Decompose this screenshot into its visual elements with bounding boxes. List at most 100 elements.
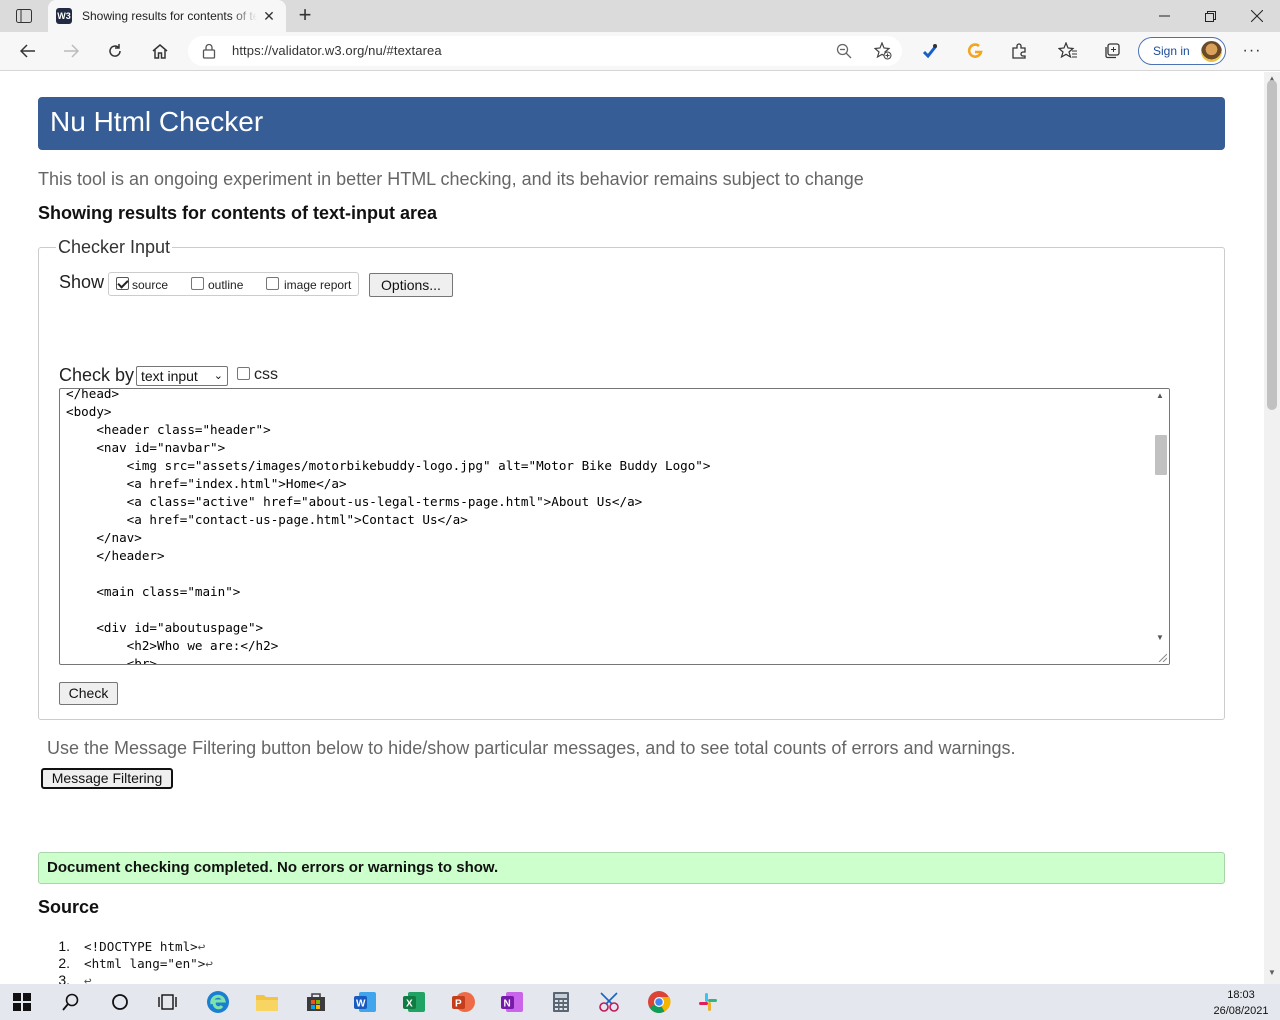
excel-icon[interactable]: X xyxy=(396,988,432,1016)
source-textarea[interactable]: </head> <body> <header class="header"> <… xyxy=(59,388,1170,665)
source-heading: Source xyxy=(38,897,100,917)
lock-icon[interactable] xyxy=(202,43,218,59)
svg-text:X: X xyxy=(406,999,413,1010)
show-options-group: source outline image report xyxy=(108,272,359,296)
scroll-down-icon[interactable]: ▼ xyxy=(1156,633,1164,642)
scroll-down-icon[interactable]: ▼ xyxy=(1268,968,1276,977)
favorites-icon[interactable] xyxy=(1056,39,1080,63)
css-label[interactable]: css xyxy=(254,366,278,384)
css-checkbox[interactable] xyxy=(237,367,250,380)
windows-start-icon[interactable] xyxy=(4,988,40,1016)
source-label[interactable]: source xyxy=(132,278,168,292)
page-scroll-thumb[interactable] xyxy=(1267,80,1277,410)
image-report-label[interactable]: image report xyxy=(284,278,351,292)
source-checkbox[interactable] xyxy=(116,277,129,290)
tab-title: Showing results for contents of text-inp… xyxy=(82,9,257,23)
page-banner: Nu Html Checker xyxy=(38,97,1225,150)
extension-icon[interactable] xyxy=(918,39,942,63)
search-icon[interactable] xyxy=(53,988,89,1016)
menu-icon[interactable]: ··· xyxy=(1240,39,1264,63)
url-text[interactable]: https://validator.w3.org/nu/#textarea xyxy=(232,43,442,58)
minimize-icon[interactable] xyxy=(1141,0,1187,32)
checker-input-legend: Checker Input xyxy=(56,237,173,258)
results-heading: Showing results for contents of text-inp… xyxy=(38,203,438,223)
outline-label[interactable]: outline xyxy=(208,278,243,292)
image-report-checkbox[interactable] xyxy=(266,277,279,290)
windows-taskbar: W X P N 18:03 26/08/2021 xyxy=(0,984,1280,1020)
maximize-icon[interactable] xyxy=(1187,0,1233,32)
check-button[interactable]: Check xyxy=(59,682,118,705)
task-view-icon[interactable] xyxy=(150,988,186,1016)
sidebar-icon[interactable] xyxy=(8,4,40,28)
source-line: 1. <!DOCTYPE html>↩ xyxy=(52,938,213,955)
resize-grip-icon[interactable] xyxy=(1157,652,1167,662)
extension-icon[interactable] xyxy=(963,39,987,63)
cortana-icon[interactable] xyxy=(102,988,138,1016)
add-favorite-icon[interactable] xyxy=(873,41,892,65)
message-filtering-button[interactable]: Message Filtering xyxy=(41,768,173,789)
line-text: <!DOCTYPE html> xyxy=(84,939,198,954)
return-icon: ↩ xyxy=(197,939,206,954)
chrome-icon[interactable] xyxy=(641,988,677,1016)
powerpoint-icon[interactable]: P xyxy=(445,988,481,1016)
home-icon[interactable] xyxy=(145,37,175,65)
chevron-down-icon: ⌄ xyxy=(213,370,223,382)
check-by-select[interactable]: text input ⌄ xyxy=(136,366,228,386)
w3c-favicon-icon: W3 xyxy=(56,8,72,24)
check-by-value: text input xyxy=(141,368,198,384)
forward-icon[interactable] xyxy=(56,37,86,65)
clock-time: 18:03 xyxy=(1227,989,1255,1001)
svg-text:N: N xyxy=(504,999,511,1010)
success-message: Document checking completed. No errors o… xyxy=(38,852,1225,884)
options-button[interactable]: Options... xyxy=(369,273,453,297)
system-clock[interactable]: 18:03 26/08/2021 xyxy=(1208,987,1274,1019)
show-label: Show xyxy=(59,272,105,292)
browser-tab[interactable]: W3 Showing results for contents of text-… xyxy=(48,0,286,32)
svg-text:W: W xyxy=(356,999,366,1010)
page-viewport: Nu Html Checker This tool is an ongoing … xyxy=(0,72,1264,984)
onenote-icon[interactable]: N xyxy=(494,988,530,1016)
page-scrollbar[interactable]: ▲ ▼ xyxy=(1264,72,1280,984)
page-title: Nu Html Checker xyxy=(50,106,264,137)
slack-icon[interactable] xyxy=(690,988,726,1016)
tab-strip: W3 Showing results for contents of text-… xyxy=(0,0,1280,32)
address-bar[interactable]: https://validator.w3.org/nu/#textarea xyxy=(188,36,902,66)
file-explorer-icon[interactable] xyxy=(249,988,285,1016)
intro-text: This tool is an ongoing experiment in be… xyxy=(38,169,864,189)
edge-icon[interactable] xyxy=(200,988,236,1016)
scroll-up-icon[interactable]: ▲ xyxy=(1156,391,1164,400)
textarea-scrollbar[interactable]: ▲ ▼ xyxy=(1153,389,1169,664)
close-icon[interactable]: ✕ xyxy=(260,7,278,25)
line-number: 2. xyxy=(58,955,70,971)
snip-icon[interactable] xyxy=(592,988,628,1016)
window-close-icon[interactable] xyxy=(1234,0,1280,32)
source-list: 1. <!DOCTYPE html>↩ 2. <html lang="en">↩ 3… xyxy=(52,938,213,984)
collections-icon[interactable] xyxy=(1100,39,1124,63)
store-icon[interactable] xyxy=(298,988,334,1016)
check-by-label: Check by xyxy=(59,365,135,385)
line-text: <html lang="en"> xyxy=(84,956,206,971)
return-icon: ↩ xyxy=(84,973,92,984)
avatar xyxy=(1201,41,1222,62)
source-line: 3. ↩ xyxy=(52,972,213,984)
browser-toolbar: https://validator.w3.org/nu/#textarea Si… xyxy=(0,32,1280,71)
sign-in-button[interactable]: Sign in xyxy=(1138,37,1226,65)
extension-icon[interactable] xyxy=(1007,39,1031,63)
refresh-icon[interactable] xyxy=(100,37,130,65)
textarea-scroll-thumb[interactable] xyxy=(1155,435,1167,475)
outline-checkbox[interactable] xyxy=(191,277,204,290)
filter-note: Use the Message Filtering button below t… xyxy=(47,738,1016,758)
textarea-code[interactable]: </head> <body> <header class="header"> <… xyxy=(66,389,710,664)
word-icon[interactable]: W xyxy=(347,988,383,1016)
plus-icon[interactable]: + xyxy=(292,4,318,28)
line-number: 3. xyxy=(58,972,70,984)
line-number: 1. xyxy=(58,938,70,954)
sign-in-label: Sign in xyxy=(1153,44,1190,58)
zoom-out-icon[interactable] xyxy=(836,43,852,64)
clock-date: 26/08/2021 xyxy=(1213,1005,1269,1017)
calculator-icon[interactable] xyxy=(543,988,579,1016)
source-line: 2. <html lang="en">↩ xyxy=(52,955,213,972)
return-icon: ↩ xyxy=(205,956,213,971)
svg-text:P: P xyxy=(455,999,462,1010)
back-icon[interactable] xyxy=(13,37,43,65)
